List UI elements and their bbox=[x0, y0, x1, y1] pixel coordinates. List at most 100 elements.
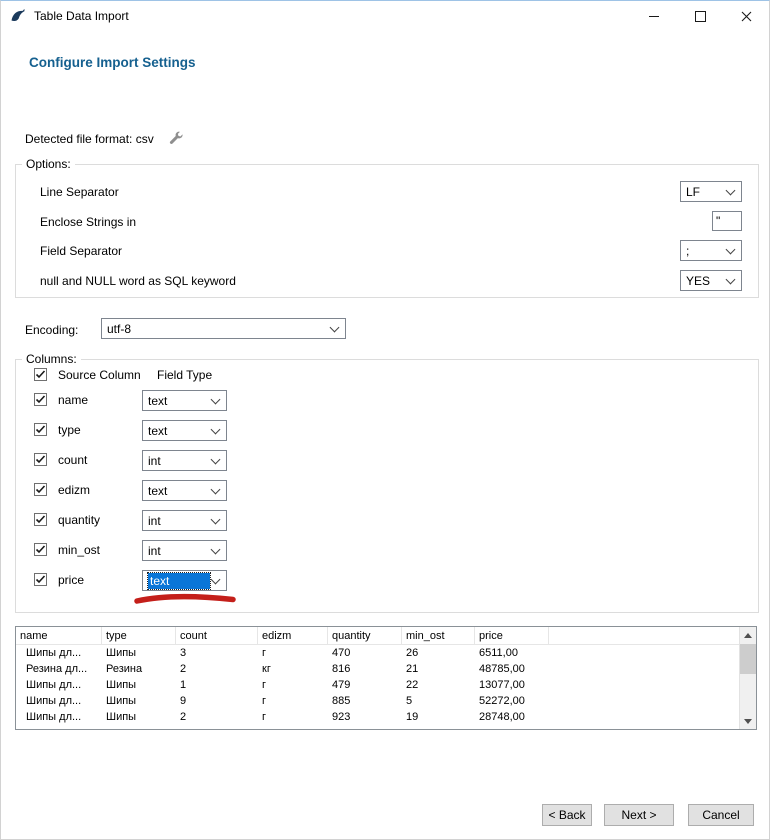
table-data-import-window: Table Data Import Configure Import Setti… bbox=[0, 0, 770, 840]
maximize-button[interactable] bbox=[677, 1, 723, 31]
preview-header-cell[interactable]: quantity bbox=[328, 627, 402, 644]
field-type-select-min-ost[interactable]: int bbox=[142, 540, 227, 561]
chevron-down-icon bbox=[211, 394, 221, 404]
preview-cell: кг bbox=[258, 661, 328, 677]
preview-header-cell[interactable]: min_ost bbox=[402, 627, 475, 644]
checkbox-edizm[interactable] bbox=[34, 483, 47, 496]
preview-cell: 5 bbox=[402, 693, 475, 709]
check-icon bbox=[35, 454, 46, 465]
line-separator-select[interactable]: LF bbox=[680, 181, 742, 202]
columns-legend: Columns: bbox=[22, 352, 81, 366]
table-row[interactable]: Шипы дл... Шипы 9 г 885 5 52272,00 bbox=[16, 693, 756, 709]
table-row[interactable]: Шипы дл... Шипы 3 г 470 26 6511,00 bbox=[16, 645, 756, 661]
column-label: min_ost bbox=[58, 543, 100, 557]
preview-header-cell[interactable]: count bbox=[176, 627, 258, 644]
column-row-type: type text bbox=[16, 420, 758, 441]
chevron-down-icon bbox=[726, 244, 736, 254]
preview-cell: 885 bbox=[328, 693, 402, 709]
next-button[interactable]: Next > bbox=[604, 804, 674, 826]
field-separator-select[interactable]: ; bbox=[680, 240, 742, 261]
options-group: Options: Line Separator LF Enclose Strin… bbox=[15, 164, 759, 298]
minimize-button[interactable] bbox=[631, 1, 677, 31]
preview-cell: 923 bbox=[328, 709, 402, 725]
checkbox-count[interactable] bbox=[34, 453, 47, 466]
checkbox-quantity[interactable] bbox=[34, 513, 47, 526]
chevron-down-icon bbox=[211, 454, 221, 464]
chevron-down-icon bbox=[211, 544, 221, 554]
maximize-icon bbox=[695, 11, 706, 22]
column-label: count bbox=[58, 453, 87, 467]
column-row-edizm: edizm text bbox=[16, 480, 758, 501]
titlebar: Table Data Import bbox=[1, 1, 769, 31]
column-row-count: count int bbox=[16, 450, 758, 471]
preview-cell: 22 bbox=[402, 677, 475, 693]
checkbox-source-column-header[interactable] bbox=[34, 368, 47, 381]
encoding-select[interactable]: utf-8 bbox=[101, 318, 346, 339]
chevron-down-icon bbox=[211, 424, 221, 434]
null-keyword-select[interactable]: YES bbox=[680, 270, 742, 291]
column-row-name: name text bbox=[16, 390, 758, 411]
preview-cell: Резина bbox=[102, 661, 176, 677]
preview-cell: 479 bbox=[328, 677, 402, 693]
minimize-icon bbox=[649, 16, 659, 17]
checkbox-min-ost[interactable] bbox=[34, 543, 47, 556]
preview-cell: 6511,00 bbox=[475, 645, 549, 661]
field-type-select-edizm[interactable]: text bbox=[142, 480, 227, 501]
preview-scrollbar[interactable] bbox=[739, 627, 756, 729]
arrow-down-icon bbox=[744, 719, 752, 724]
columns-header-row: Source Column Field Type bbox=[16, 367, 758, 383]
field-type-select-type[interactable]: text bbox=[142, 420, 227, 441]
column-label: price bbox=[58, 573, 84, 587]
preview-header-cell[interactable]: name bbox=[16, 627, 102, 644]
table-row[interactable]: Шипы дл... Шипы 2 г 923 19 28748,00 bbox=[16, 709, 756, 725]
field-type-select-quantity[interactable]: int bbox=[142, 510, 227, 531]
option-row-line-separator: Line Separator LF bbox=[16, 181, 758, 202]
preview-cell: 13077,00 bbox=[475, 677, 549, 693]
chevron-down-icon bbox=[211, 574, 221, 584]
wrench-icon[interactable] bbox=[168, 131, 184, 146]
scrollbar-thumb[interactable] bbox=[740, 644, 756, 674]
preview-header-row: name type count edizm quantity min_ost p… bbox=[16, 627, 756, 645]
option-row-null-keyword: null and NULL word as SQL keyword YES bbox=[16, 270, 758, 291]
chevron-down-icon bbox=[211, 484, 221, 494]
preview-cell: Резина дл... bbox=[16, 661, 102, 677]
table-row[interactable]: Шипы дл... Шипы 1 г 479 22 13077,00 bbox=[16, 677, 756, 693]
field-type-select-name[interactable]: text bbox=[142, 390, 227, 411]
checkbox-price[interactable] bbox=[34, 573, 47, 586]
preview-cell: Шипы bbox=[102, 677, 176, 693]
preview-header-cell[interactable]: type bbox=[102, 627, 176, 644]
detected-format-row: Detected file format: csv bbox=[25, 131, 184, 146]
preview-cell: 2 bbox=[176, 709, 258, 725]
back-button[interactable]: < Back bbox=[542, 804, 592, 826]
checkbox-type[interactable] bbox=[34, 423, 47, 436]
table-row[interactable]: Резина дл... Резина 2 кг 816 21 48785,00 bbox=[16, 661, 756, 677]
cancel-button[interactable]: Cancel bbox=[688, 804, 754, 826]
scrollbar-down-button[interactable] bbox=[740, 713, 756, 729]
column-row-min-ost: min_ost int bbox=[16, 540, 758, 561]
close-icon bbox=[741, 11, 752, 22]
preview-cell: Шипы bbox=[102, 709, 176, 725]
window-controls bbox=[631, 1, 769, 31]
options-legend: Options: bbox=[22, 157, 75, 171]
field-type-select-price[interactable]: text bbox=[142, 570, 227, 591]
preview-cell: 52272,00 bbox=[475, 693, 549, 709]
preview-cell: Шипы дл... bbox=[16, 693, 102, 709]
preview-cell: 28748,00 bbox=[475, 709, 549, 725]
columns-group: Columns: Source Column Field Type name t… bbox=[15, 359, 759, 613]
preview-cell: Шипы дл... bbox=[16, 677, 102, 693]
preview-cell: 19 bbox=[402, 709, 475, 725]
preview-header-cell[interactable]: price bbox=[475, 627, 549, 644]
detected-format-label: Detected file format: csv bbox=[25, 132, 154, 146]
column-label: quantity bbox=[58, 513, 100, 527]
check-icon bbox=[35, 574, 46, 585]
enclose-strings-label: Enclose Strings in bbox=[40, 215, 136, 229]
checkbox-name[interactable] bbox=[34, 393, 47, 406]
check-icon bbox=[35, 424, 46, 435]
preview-cell: 21 bbox=[402, 661, 475, 677]
scrollbar-up-button[interactable] bbox=[740, 627, 756, 643]
field-type-select-count[interactable]: int bbox=[142, 450, 227, 471]
preview-header-cell[interactable]: edizm bbox=[258, 627, 328, 644]
window-title: Table Data Import bbox=[34, 9, 129, 23]
enclose-strings-input[interactable] bbox=[712, 211, 742, 231]
close-button[interactable] bbox=[723, 1, 769, 31]
